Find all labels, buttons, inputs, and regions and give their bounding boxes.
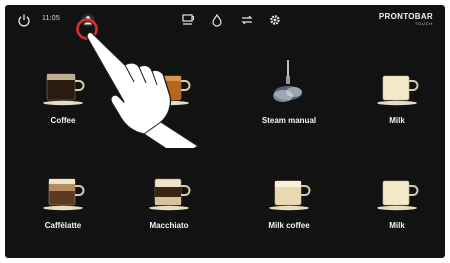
product-label: Milk [389,116,405,125]
product-milk-2[interactable]: Milk [351,165,443,245]
product-label: Caffèlatte [44,221,82,230]
steam-wand-icon [243,60,335,112]
milk-coffee-cup-icon [243,165,335,217]
product-steam-manual[interactable]: Steam manual [243,60,335,140]
product-caffelatte[interactable]: Caffèlatte [17,165,109,245]
power-icon[interactable] [17,13,31,27]
brand-sub: TOUCH [414,21,433,26]
gear-icon[interactable] [268,13,282,27]
milk-cup-icon [351,165,443,217]
swap-icon[interactable] [240,13,254,27]
product-milk-coffee[interactable]: Milk coffee [243,165,335,245]
brand-name: PRONTOBAR [378,12,433,21]
product-macchiato[interactable]: Macchiato [123,165,215,245]
brand-logo: PRONTOBAR TOUCH [379,13,433,26]
product-label: Milk [389,221,405,230]
product-label: Steam manual [261,116,317,125]
milk-cup-icon [351,60,443,112]
product-label: Milk coffee [268,221,310,230]
product-milk[interactable]: Milk [351,60,443,140]
pagination-dots [5,248,445,258]
caffelatte-glass-icon [17,165,109,217]
macchiato-glass-icon [123,165,215,217]
product-label: Macchiato [149,221,189,230]
clock: 11:05 [42,15,60,22]
pointing-hand-overlay [76,18,199,148]
